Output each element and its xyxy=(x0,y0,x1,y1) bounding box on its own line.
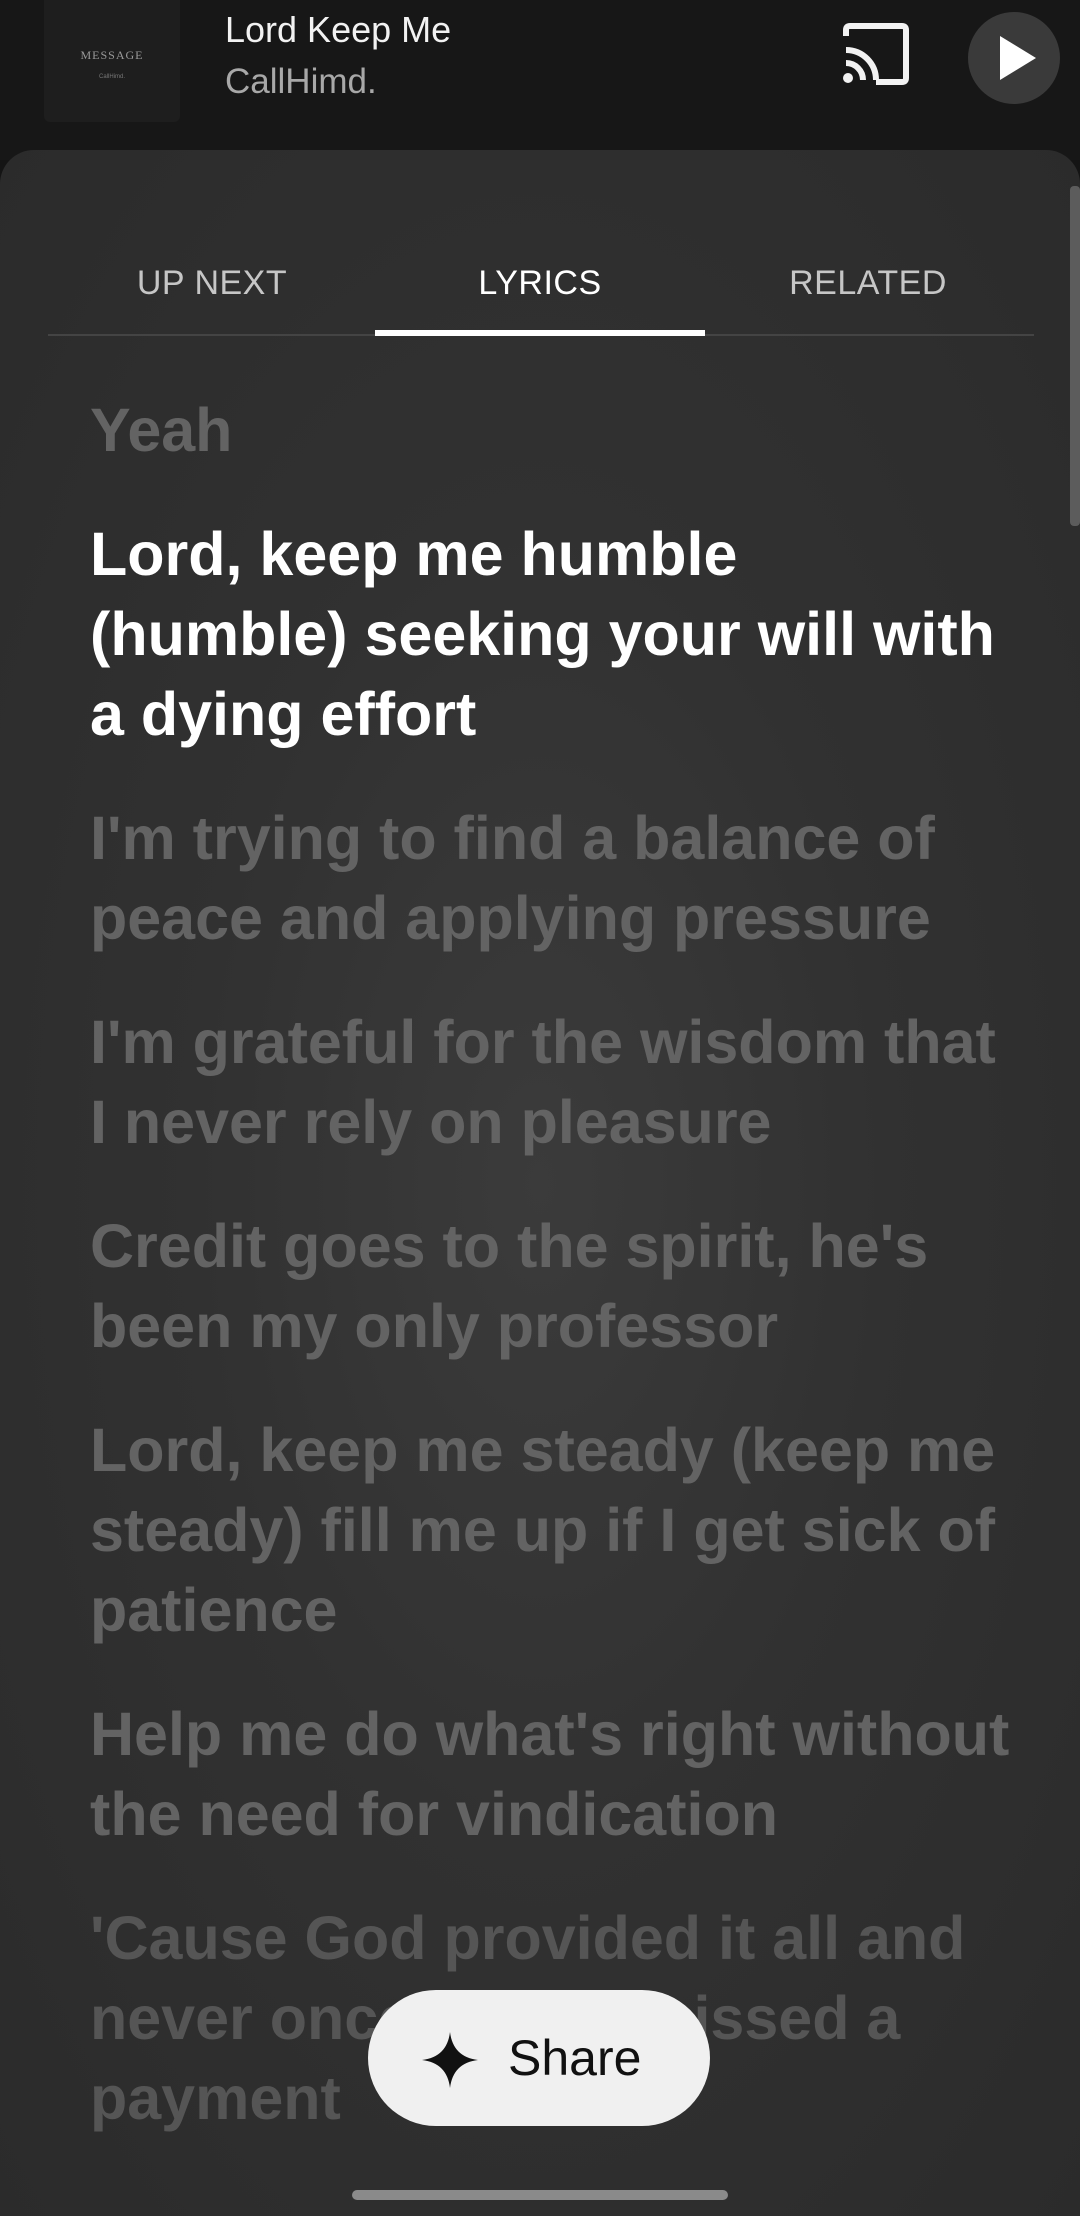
home-indicator[interactable] xyxy=(352,2190,728,2200)
play-button[interactable] xyxy=(968,12,1060,104)
album-art[interactable]: MESSAGE CallHimd. xyxy=(44,0,180,122)
tab-related[interactable]: RELATED xyxy=(704,220,1032,334)
sparkle-icon xyxy=(422,2032,478,2088)
mini-player[interactable]: MESSAGE CallHimd. Lord Keep Me CallHimd. xyxy=(0,0,1080,160)
scrollbar-thumb[interactable] xyxy=(1070,186,1080,526)
lyric-line[interactable]: Lord, keep me steady (keep me steady) fi… xyxy=(90,1410,1010,1650)
share-button[interactable]: Share xyxy=(368,1990,710,2126)
player-sheet: UP NEXT LYRICS RELATED Yeah Lord, keep m… xyxy=(0,150,1080,2216)
active-tab-indicator xyxy=(375,330,705,336)
share-label: Share xyxy=(508,2030,642,2086)
cast-button[interactable] xyxy=(836,20,916,92)
album-art-subtitle: CallHimd. xyxy=(98,74,125,80)
tab-lyrics[interactable]: LYRICS xyxy=(376,220,704,334)
tab-bar: UP NEXT LYRICS RELATED xyxy=(48,220,1034,336)
lyric-line[interactable]: Yeah xyxy=(90,390,1010,470)
tab-up-next[interactable]: UP NEXT xyxy=(48,220,376,334)
track-artist: CallHimd. xyxy=(225,62,377,101)
play-icon xyxy=(1000,36,1036,80)
lyric-line[interactable]: I'm trying to find a balance of peace an… xyxy=(90,798,1010,958)
track-title: Lord Keep Me xyxy=(225,9,452,50)
lyric-line-current[interactable]: Lord, keep me humble (humble) seeking yo… xyxy=(90,514,1010,754)
lyric-line[interactable]: I'm grateful for the wisdom that I never… xyxy=(90,1002,1010,1162)
lyrics-list[interactable]: Yeah Lord, keep me humble (humble) seeki… xyxy=(90,390,1010,2182)
album-art-title: MESSAGE xyxy=(80,48,144,62)
lyric-line[interactable]: Help me do what's right without the need… xyxy=(90,1694,1010,1854)
lyric-line[interactable]: Credit goes to the spirit, he's been my … xyxy=(90,1206,1010,1366)
cast-icon xyxy=(843,23,909,85)
